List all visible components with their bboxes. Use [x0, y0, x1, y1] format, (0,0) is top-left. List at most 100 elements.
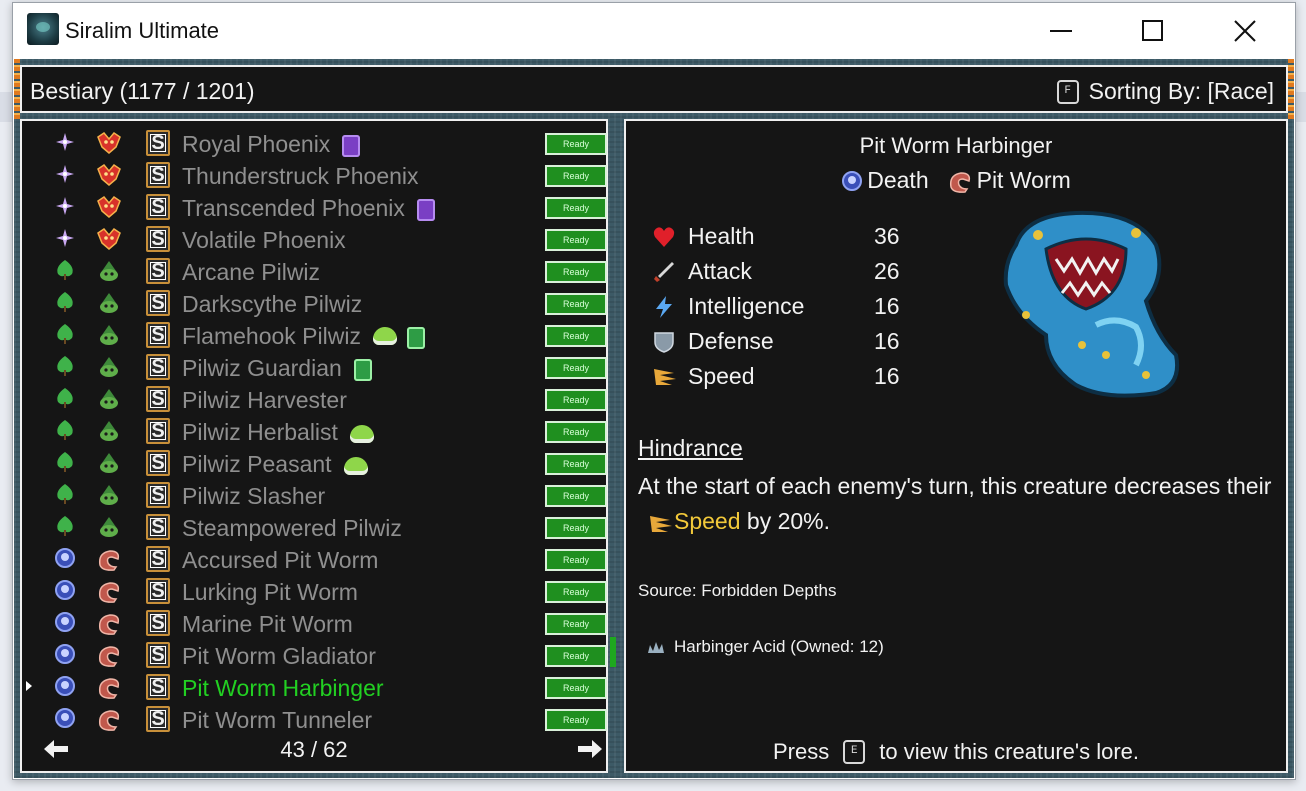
spell-s-icon: S [146, 514, 170, 540]
sword-icon [652, 260, 676, 284]
stat-value: 36 [874, 223, 900, 249]
creature-name: Pit Worm Harbinger [859, 133, 1053, 158]
creature-row[interactable]: S Marine Pit Worm Ready [22, 607, 607, 639]
creature-name: Transcended Phoenix [182, 195, 435, 222]
creature-portrait [986, 205, 1186, 401]
page-indicator: 43 / 62 [280, 737, 348, 762]
spell-s-icon: S [146, 194, 170, 220]
creature-name: Thunderstruck Phoenix [182, 163, 419, 189]
creature-row[interactable]: S Royal Phoenix Ready [22, 127, 607, 159]
phoenix-race-icon [96, 195, 122, 219]
creature-row[interactable]: S Pilwiz Guardian Ready [22, 351, 607, 383]
ready-status: Ready [545, 357, 607, 379]
creature-row[interactable]: S Volatile Phoenix Ready [22, 223, 607, 255]
race-tag: Pit Worm [947, 167, 1071, 194]
pilwiz-race-icon [96, 451, 122, 475]
next-page-button[interactable] [576, 737, 604, 761]
trait-text-pre: At the start of each enemy's turn, this … [638, 473, 1272, 499]
wing-icon [652, 365, 676, 389]
spell-s-icon: S [146, 130, 170, 156]
creature-row[interactable]: S Arcane Pilwiz Ready [22, 255, 607, 287]
stat-speed: Speed 16 [652, 361, 912, 393]
nature-element-icon [54, 291, 76, 313]
spell-s-icon: S [146, 418, 170, 444]
creature-name: Accursed Pit Worm [182, 547, 379, 573]
close-icon [1234, 20, 1256, 42]
creature-row[interactable]: S Pilwiz Harvester Ready [22, 383, 607, 415]
creature-name: Flamehook Pilwiz [182, 323, 425, 350]
ready-status: Ready [545, 453, 607, 475]
app-icon [27, 13, 59, 45]
spell-s-icon: S [146, 610, 170, 636]
ready-status: Ready [545, 261, 607, 283]
stat-value: 16 [874, 363, 900, 389]
lightning-icon [652, 295, 676, 319]
greencard-badge-icon [353, 358, 372, 381]
trait-description: At the start of each enemy's turn, this … [638, 469, 1274, 539]
creature-name: Pilwiz Herbalist [182, 419, 374, 446]
nature-element-icon [54, 451, 76, 473]
trait-keyword-speed: Speed [674, 508, 741, 534]
desktop-strip [0, 92, 12, 122]
ready-status: Ready [545, 613, 607, 635]
spell-s-icon: S [146, 354, 170, 380]
death-element-icon [54, 707, 76, 729]
creature-row[interactable]: S Pit Worm Harbinger Ready [22, 671, 607, 703]
decorative-border [1288, 59, 1294, 119]
creature-row[interactable]: S Transcended Phoenix Ready [22, 191, 607, 223]
arrow-right-icon [578, 740, 602, 758]
phoenix-race-icon [96, 227, 122, 251]
ready-status: Ready [545, 581, 607, 603]
maximize-button[interactable] [1107, 3, 1199, 59]
close-button[interactable] [1199, 3, 1291, 59]
pilwiz-race-icon [96, 419, 122, 443]
list-scrollbar[interactable] [610, 637, 616, 667]
phoenix-race-icon [96, 163, 122, 187]
element-name: Death [867, 167, 929, 193]
creature-row[interactable]: S Lurking Pit Worm Ready [22, 575, 607, 607]
creature-name: Lurking Pit Worm [182, 579, 358, 605]
ready-status: Ready [545, 485, 607, 507]
stat-label: Speed [688, 363, 755, 389]
creature-name: Pilwiz Guardian [182, 355, 372, 382]
creature-row[interactable]: S Pilwiz Herbalist Ready [22, 415, 607, 447]
creature-row[interactable]: S Pit Worm Tunneler Ready [22, 703, 607, 735]
spell-s-icon: S [146, 674, 170, 700]
chaos-element-icon [54, 227, 76, 249]
spell-s-icon: S [146, 386, 170, 412]
creature-name: Arcane Pilwiz [182, 259, 321, 285]
creature-row[interactable]: S Pilwiz Slasher Ready [22, 479, 607, 511]
stat-label: Intelligence [688, 293, 805, 319]
sort-control[interactable]: F Sorting By: [Race] [1056, 78, 1274, 105]
spell-s-icon: S [146, 706, 170, 732]
purple-badge-icon [416, 198, 435, 221]
slime-badge-icon [372, 326, 397, 345]
nature-element-icon [54, 355, 76, 377]
slime-badge-icon [349, 424, 374, 443]
creature-row[interactable]: S Darkscythe Pilwiz Ready [22, 287, 607, 319]
creature-row[interactable]: S Pit Worm Gladiator Ready [22, 639, 607, 671]
creature-types: Death Pit Worm [626, 167, 1286, 194]
creature-row[interactable]: S Thunderstruck Phoenix Ready [22, 159, 607, 191]
key-e-icon[interactable]: E [843, 740, 866, 764]
spell-s-icon: S [146, 226, 170, 252]
chaos-element-icon [54, 131, 76, 153]
purple-badge-icon [342, 134, 361, 157]
creature-name: Pilwiz Slasher [182, 483, 326, 509]
creature-row[interactable]: S Accursed Pit Worm Ready [22, 543, 607, 575]
nature-element-icon [54, 483, 76, 505]
creature-row[interactable]: S Flamehook Pilwiz Ready [22, 319, 607, 351]
stat-attack: Attack 26 [652, 256, 912, 288]
spell-s-icon: S [146, 578, 170, 604]
creature-row[interactable]: S Steampowered Pilwiz Ready [22, 511, 607, 543]
death-element-icon [54, 579, 76, 601]
ready-status: Ready [545, 325, 607, 347]
death-element-icon [54, 675, 76, 697]
creature-row[interactable]: S Pilwiz Peasant Ready [22, 447, 607, 479]
trait-name: Hindrance [638, 435, 743, 461]
creature-name: Volatile Phoenix [182, 227, 346, 253]
pitworm-race-icon [96, 547, 122, 571]
minimize-button[interactable] [1015, 3, 1107, 59]
pilwiz-race-icon [96, 355, 122, 379]
nature-element-icon [54, 515, 76, 537]
